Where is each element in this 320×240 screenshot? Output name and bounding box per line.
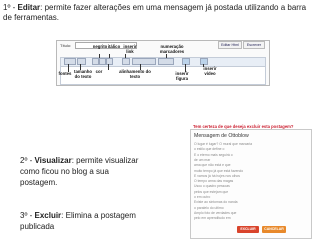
post-preview-line: Existe ao sintomas do nanda [194,200,238,205]
post-preview-line: O lugar é lugar? O mural que marcaria [194,142,253,146]
annotation-link: inserir link [123,44,137,54]
post-preview-line: ama que não está e que [194,163,231,168]
annotation-alignment: alinhamento do texto [119,69,151,79]
cancel-button[interactable]: CANCELAR [262,226,286,233]
post-preview-line: o estilo que define o [194,147,225,152]
pointer-line [99,54,100,58]
step2-text-line2: como ficou no blog a sua [20,167,109,176]
italic-button[interactable] [99,58,106,65]
link-button[interactable] [122,58,130,65]
font-button[interactable] [64,58,76,65]
title-label: Título: [60,43,72,48]
align-buttons[interactable] [132,58,156,65]
step2-text: 2º - Visualizar: permite visualizar [20,156,139,165]
annotation-italic: itálico [107,44,121,49]
pointer-line [140,64,141,70]
step3-text: 3º - Excluir: Elimina a postagem [20,211,136,220]
annotation-numbering: numeração marcadores [159,44,185,54]
post-preview-line: muito tempo já que está fazendo [194,168,244,173]
delete-button[interactable]: EXCLUIR [237,226,259,233]
post-preview-line: Amplo foto de verdades que [194,210,237,215]
tab-edit-html[interactable]: Editar Html [218,41,242,49]
pointer-line [109,54,110,58]
video-button[interactable] [200,58,208,65]
list-buttons[interactable] [158,58,174,65]
post-preview-line: o paralelo do ultimo [194,205,224,210]
annotation-image: inserir figura [175,71,189,81]
annotation-video: inserir vídeo [203,66,217,76]
annotation-size: tamanho do texto [74,69,92,79]
step1-text-cont: de ferramentas. [3,13,60,22]
post-preview-line: Usou o quadro pessoas [194,184,230,189]
pointer-line [68,64,69,72]
post-preview-line: pelos que estejam que [194,189,229,194]
bold-button[interactable] [92,58,99,65]
image-button[interactable] [182,58,190,65]
pointer-line [108,64,109,70]
tab-compose[interactable]: Escrever [243,41,265,49]
post-preview-line: o em outro [194,195,211,199]
pointer-line [80,64,81,70]
font-size-button[interactable] [77,58,86,65]
step1-text: 1º - Editar: permite fazer alterações em… [3,3,307,12]
post-preview-line: de um mar [194,157,211,162]
pointer-line [185,64,186,72]
annotation-color: cor [95,69,103,74]
step2-text-line3: postagem. [20,178,58,187]
step3-text-line2: publicada [20,222,55,231]
post-preview-line: E o eterno mais seguirá o [194,152,233,157]
annotation-fonts: fontes [58,71,72,76]
post-preview-title: Mensagem de Ottoblow [194,133,249,139]
pointer-line [125,54,126,58]
pointer-line [166,54,167,58]
pointer-line [203,64,204,67]
post-preview-line: O tempo arma das magas [194,179,234,184]
post-preview-line: E vamos já há hojes nos olhos [194,173,240,178]
post-preview-line: pelo em aprenditudo em [194,216,231,221]
